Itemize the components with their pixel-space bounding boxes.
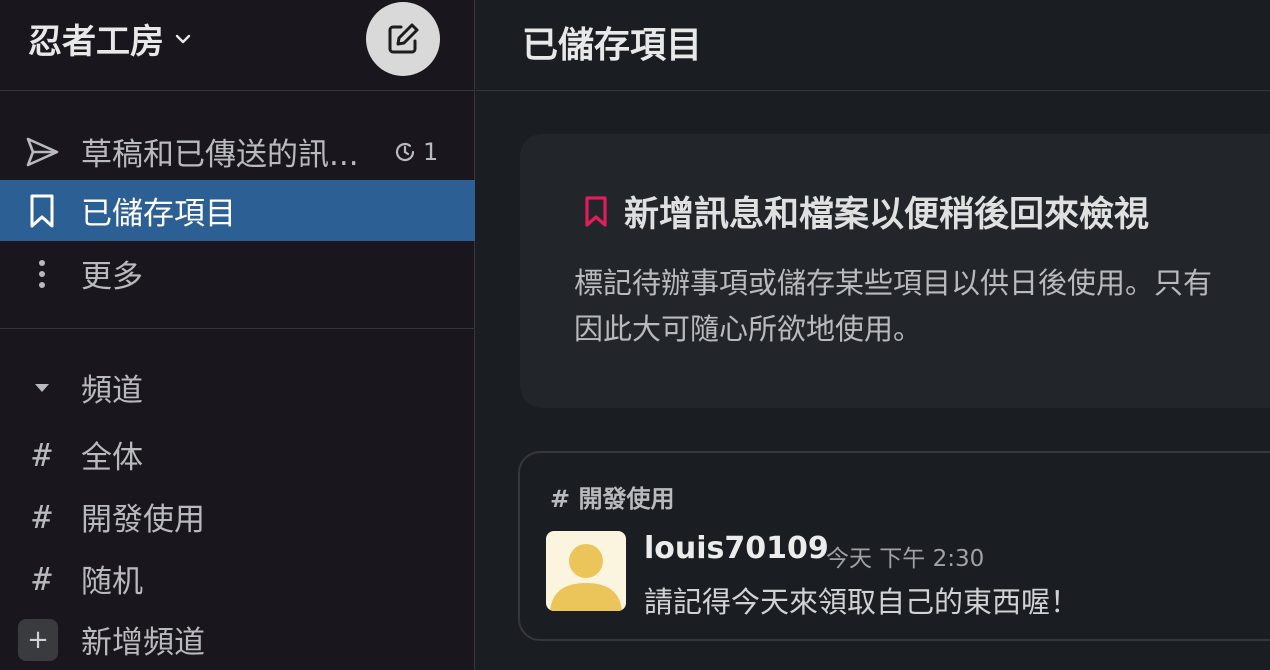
- sidebar-item-saved[interactable]: 已儲存項目: [0, 180, 475, 241]
- scheduled-clock-icon: [395, 142, 415, 161]
- sidebar-channel-item[interactable]: # 全体: [0, 424, 475, 485]
- workspace-switcher[interactable]: 忍者工房: [28, 14, 192, 63]
- channel-label: 開發使用: [81, 502, 205, 538]
- sidebar-channel-item[interactable]: # 開發使用: [0, 486, 475, 547]
- hash-icon: #: [32, 559, 52, 598]
- vertical-ellipsis-icon: [22, 254, 62, 294]
- channel-label: 全体: [81, 440, 143, 476]
- empty-state-desc-line: 標記待辦事項或儲存某些項目以供日後使用。只有: [574, 266, 1213, 300]
- bookmark-icon: [585, 195, 607, 227]
- sidebar-divider: [0, 328, 475, 329]
- sidebar-item-more[interactable]: 更多: [0, 243, 475, 304]
- empty-state-desc-line: 因此大可隨心所欲地使用。: [574, 312, 923, 346]
- page-title: 已儲存項目: [522, 25, 703, 66]
- message-text: 請記得今天來領取自己的東西喔！: [644, 585, 1080, 619]
- main-panel: 已儲存項目 新增訊息和檔案以便稍後回來檢視 標記待辦事項或儲存某些項目以供日後使…: [476, 0, 1270, 670]
- send-icon: [22, 132, 62, 172]
- compose-icon: [388, 23, 419, 54]
- empty-state-title-row: 新增訊息和檔案以便稍後回來檢視: [582, 186, 1149, 237]
- bookmark-icon: [22, 191, 62, 231]
- message-channel-link[interactable]: # 開發使用: [550, 479, 674, 514]
- user-silhouette-icon: [550, 544, 622, 611]
- plus-icon: +: [18, 618, 58, 661]
- add-channel-button[interactable]: + 新增頻道: [0, 609, 475, 670]
- hash-icon: #: [32, 435, 52, 474]
- caret-down-icon: [22, 368, 62, 408]
- draft-count: 1: [423, 137, 439, 166]
- sidebar-item-drafts[interactable]: 草稿和已傳送的訊... 1: [0, 121, 475, 182]
- add-channel-label: 新增頻道: [81, 625, 205, 661]
- sidebar-item-label: 已儲存項目: [81, 196, 236, 232]
- saved-empty-state-card: 新增訊息和檔案以便稍後回來檢視 標記待辦事項或儲存某些項目以供日後使用。只有 因…: [520, 134, 1270, 408]
- message-timestamp[interactable]: 今天 下午 2:30: [826, 539, 984, 573]
- draft-count-badge: 1: [393, 138, 438, 166]
- compose-button[interactable]: [366, 2, 440, 76]
- chevron-down-icon: [175, 34, 191, 43]
- sidebar-item-label: 草稿和已傳送的訊...: [81, 137, 359, 173]
- empty-state-title: 新增訊息和檔案以便稍後回來檢視: [624, 195, 1150, 235]
- channels-section-toggle[interactable]: 頻道: [0, 357, 475, 418]
- workspace-header: 忍者工房: [0, 0, 475, 91]
- sidebar: 忍者工房 草稿和已傳送的訊... 1 已儲存項目 更多 頻道 # 全体 # 開發…: [0, 0, 475, 670]
- workspace-name: 忍者工房: [28, 22, 164, 62]
- channel-label: 随机: [81, 564, 143, 600]
- empty-state-description: 標記待辦事項或儲存某些項目以供日後使用。只有 因此大可隨心所欲地使用。: [574, 260, 1212, 352]
- message-author[interactable]: louis70109: [644, 531, 829, 566]
- hash-icon: #: [32, 497, 52, 536]
- channels-section-label: 頻道: [81, 373, 143, 409]
- sidebar-item-label: 更多: [81, 259, 143, 295]
- saved-message-card[interactable]: # 開發使用 louis70109 今天 下午 2:30 請記得今天來領取自己的…: [518, 451, 1270, 641]
- main-header: 已儲存項目: [476, 0, 1270, 91]
- sidebar-channel-item[interactable]: # 随机: [0, 548, 475, 609]
- avatar[interactable]: [546, 531, 626, 611]
